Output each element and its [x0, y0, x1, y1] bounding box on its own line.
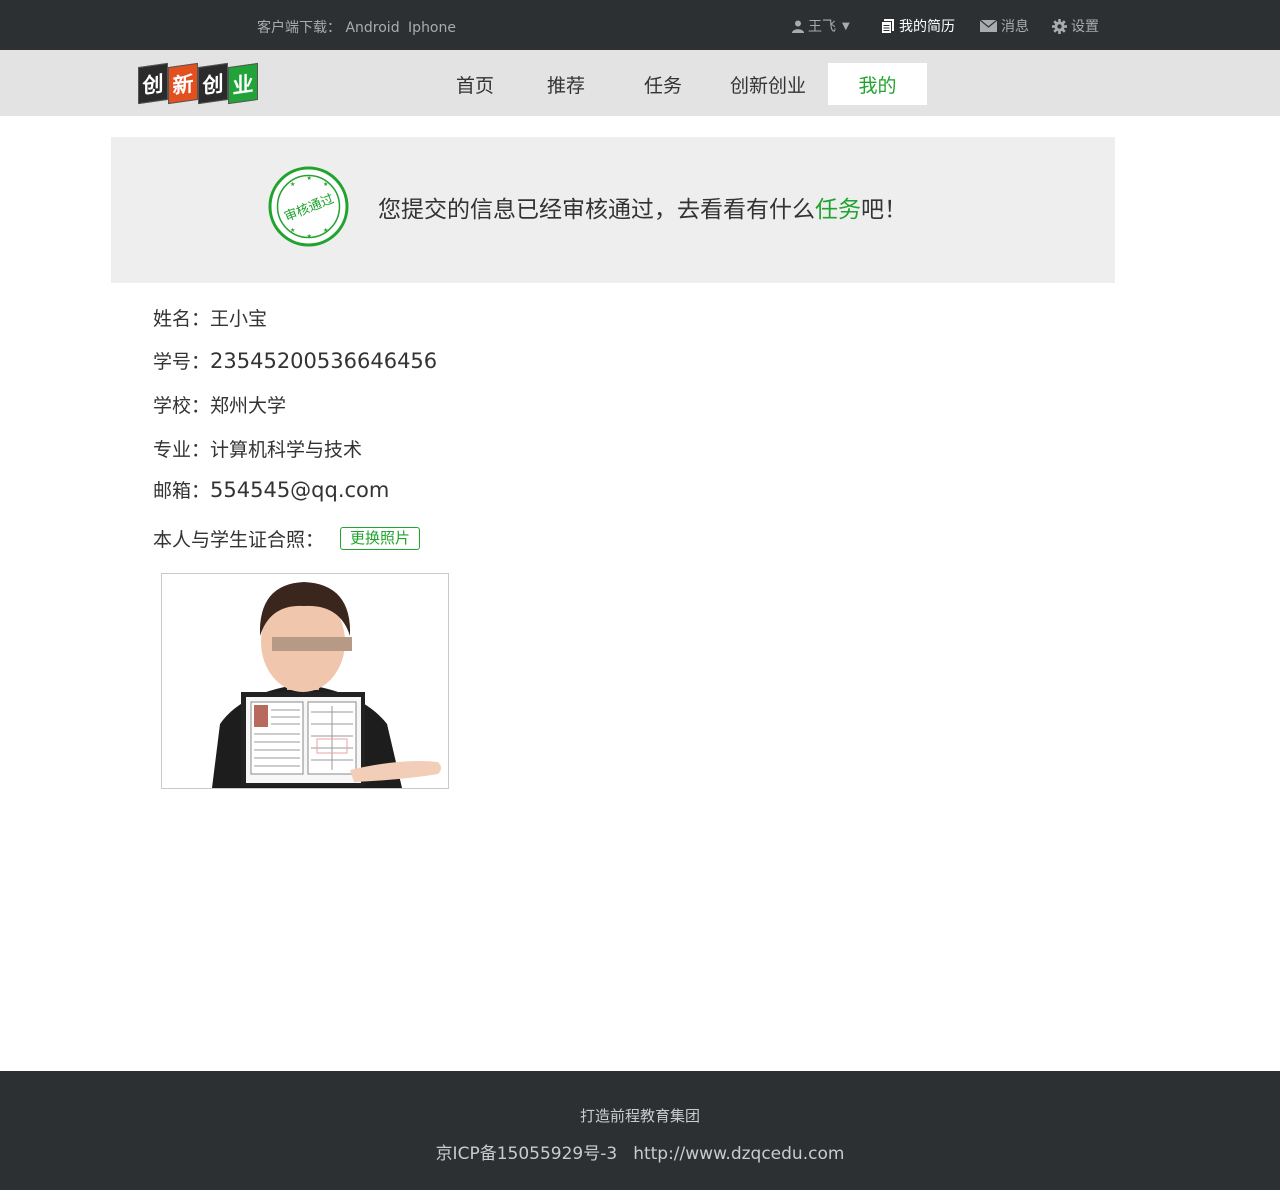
settings-label: 设置	[1071, 19, 1099, 35]
student-id-label: 学号：	[153, 351, 211, 373]
my-resume-label: 我的简历	[899, 19, 955, 35]
top-bar: 客户端下载： Android Iphone 王飞 ▼ 我的简历 消息 设置	[0, 0, 1280, 50]
nav-recommend[interactable]: 推荐	[526, 63, 606, 105]
name-label: 姓名：	[153, 308, 211, 330]
client-download: 客户端下载： Android Iphone	[257, 17, 456, 37]
chevron-down-icon: ▼	[842, 20, 850, 32]
envelope-icon	[980, 20, 997, 32]
settings-link[interactable]: 设置	[1052, 16, 1099, 36]
logo-char: 创	[198, 62, 228, 105]
student-id-value: 23545200536646456	[210, 349, 438, 373]
site-url[interactable]: http://www.dzqcedu.com	[633, 1144, 844, 1164]
logo-char: 创	[138, 62, 168, 105]
banner-text-before: 您提交的信息已经审核通过，去看看有什么	[378, 197, 815, 223]
svg-text:★: ★	[290, 181, 295, 188]
gear-icon	[1052, 18, 1067, 34]
user-icon	[792, 20, 804, 33]
iphone-link[interactable]: Iphone	[408, 20, 456, 36]
user-menu[interactable]: 王飞 ▼	[792, 16, 850, 36]
nav-mine[interactable]: 我的	[828, 63, 927, 105]
approval-banner: ★ ★ ★ ★ ★ ★ 审核通过 您提交的信息已经审核通过，去看看有什么任务吧！	[111, 137, 1115, 283]
nav-tasks[interactable]: 任务	[623, 63, 703, 105]
major-label: 专业：	[153, 439, 211, 461]
major-row: 专业：计算机科学与技术	[153, 435, 362, 462]
footer-info: 京ICP备15055929号-3 http://www.dzqcedu.com	[0, 1139, 1280, 1164]
school-row: 学校：郑州大学	[153, 391, 286, 418]
footer: 打造前程教育集团 京ICP备15055929号-3 http://www.dzqc…	[0, 1071, 1280, 1190]
student-id-photo	[161, 573, 449, 789]
svg-text:★: ★	[290, 227, 295, 234]
svg-text:★: ★	[323, 181, 328, 188]
photo-label: 本人与学生证合照：	[153, 529, 325, 551]
main-nav: 创 新 创 业 首页 推荐 任务 创新创业 我的	[0, 50, 1280, 116]
major-value: 计算机科学与技术	[210, 439, 363, 461]
banner-text-after: 吧！	[861, 197, 907, 223]
my-resume-link[interactable]: 我的简历	[881, 16, 955, 36]
student-id-row: 学号：23545200536646456	[153, 347, 437, 374]
messages-link[interactable]: 消息	[980, 16, 1029, 36]
logo-char: 业	[228, 62, 258, 105]
email-row: 邮箱：554545@qq.com	[153, 476, 389, 503]
tasks-link[interactable]: 任务	[815, 197, 861, 223]
user-name: 王飞	[808, 19, 836, 35]
photo-row: 本人与学生证合照： 更换照片	[153, 525, 421, 552]
name-row: 姓名：王小宝	[153, 304, 267, 331]
icp-number: 京ICP备15055929号-3	[435, 1144, 618, 1164]
nav-innovation[interactable]: 创新创业	[718, 63, 818, 105]
site-logo[interactable]: 创 新 创 业	[138, 62, 258, 105]
banner-message: 您提交的信息已经审核通过，去看看有什么任务吧！	[378, 190, 907, 224]
email-value: 554545@qq.com	[210, 478, 390, 502]
messages-label: 消息	[1001, 19, 1029, 35]
name-value: 王小宝	[210, 308, 268, 330]
svg-text:★: ★	[323, 227, 328, 234]
approved-stamp-icon: ★ ★ ★ ★ ★ ★ 审核通过	[268, 166, 349, 247]
change-photo-button[interactable]: 更换照片	[340, 527, 421, 550]
android-link[interactable]: Android	[345, 20, 399, 36]
download-label: 客户端下载：	[257, 20, 341, 36]
svg-text:★: ★	[307, 233, 312, 240]
nav-home[interactable]: 首页	[435, 63, 515, 105]
school-value: 郑州大学	[210, 395, 287, 417]
document-icon	[881, 18, 894, 34]
svg-text:★: ★	[307, 175, 312, 182]
logo-char: 新	[168, 62, 198, 105]
email-label: 邮箱：	[153, 480, 211, 502]
person-with-id-card-image	[162, 574, 448, 788]
school-label: 学校：	[153, 395, 211, 417]
footer-slogan: 打造前程教育集团	[579, 1107, 700, 1125]
